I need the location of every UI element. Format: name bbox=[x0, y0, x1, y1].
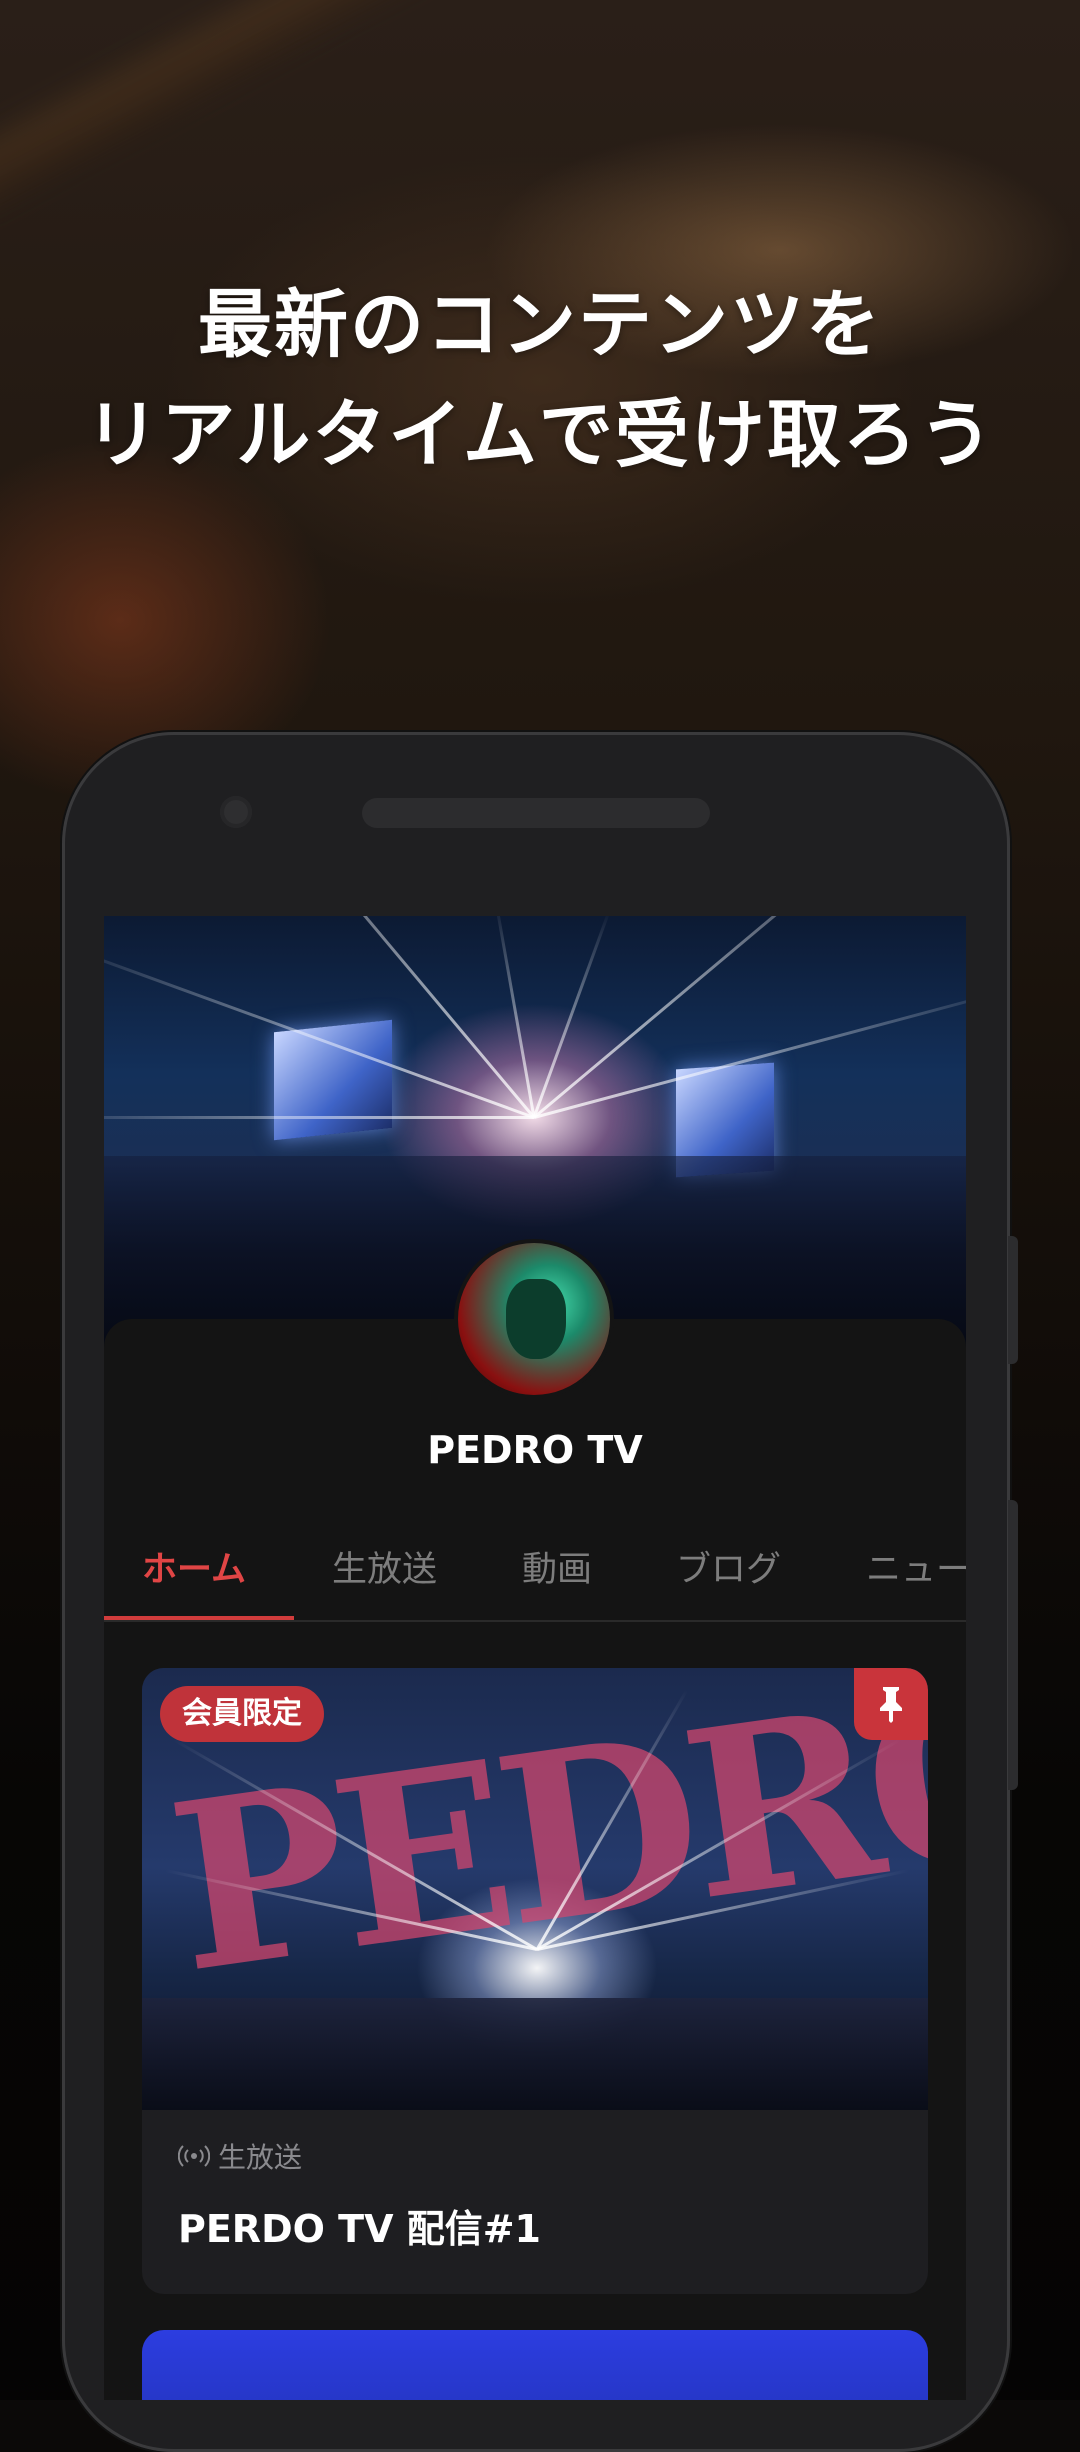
phone-speaker bbox=[362, 798, 710, 828]
promo-headline: 最新のコンテンツを リアルタイムで受け取ろう bbox=[0, 270, 1080, 490]
phone-side-button bbox=[1008, 1236, 1018, 1364]
tab-videos[interactable]: 動画 bbox=[522, 1534, 592, 1620]
stage-screen-left bbox=[274, 1019, 392, 1141]
card-title: PERDO TV 配信#1 bbox=[178, 2207, 541, 2251]
channel-name: PEDRO TV bbox=[427, 1428, 643, 1472]
pin-button[interactable] bbox=[854, 1668, 928, 1740]
members-only-badge: 会員限定 bbox=[160, 1686, 324, 1742]
broadcast-icon bbox=[178, 2145, 210, 2167]
headline-line-2: リアルタイムで受け取ろう bbox=[85, 392, 995, 478]
avatar-figure bbox=[506, 1279, 566, 1359]
phone-side-button bbox=[1008, 1500, 1018, 1790]
tab-live[interactable]: 生放送 bbox=[332, 1534, 437, 1620]
tab-bar: ホーム 生放送 動画 ブログ ニュー bbox=[104, 1534, 966, 1622]
card-thumbnail: PEDRO 会員限定 bbox=[142, 1668, 928, 2110]
phone-camera bbox=[220, 796, 252, 828]
app-screen: PEDRO TV ホーム 生放送 動画 ブログ ニュー PEDRO 会員限定 生… bbox=[104, 916, 966, 2400]
pin-icon bbox=[880, 1687, 902, 1723]
card-category: 生放送 bbox=[178, 2136, 302, 2176]
tab-blog[interactable]: ブログ bbox=[676, 1534, 781, 1620]
channel-avatar[interactable] bbox=[458, 1243, 610, 1395]
tab-news[interactable]: ニュー bbox=[866, 1534, 966, 1620]
stage bbox=[142, 1998, 928, 2110]
category-label: 生放送 bbox=[218, 2141, 303, 2174]
tab-home[interactable]: ホーム bbox=[142, 1534, 246, 1620]
content-card-next[interactable] bbox=[142, 2330, 928, 2400]
active-tab-indicator bbox=[104, 1616, 294, 1620]
content-card[interactable]: PEDRO 会員限定 生放送 PERDO TV 配信#1 bbox=[142, 1668, 928, 2294]
light-beam bbox=[104, 1116, 534, 1119]
light-beam bbox=[494, 916, 536, 1118]
headline-line-1: 最新のコンテンツを bbox=[198, 282, 882, 368]
